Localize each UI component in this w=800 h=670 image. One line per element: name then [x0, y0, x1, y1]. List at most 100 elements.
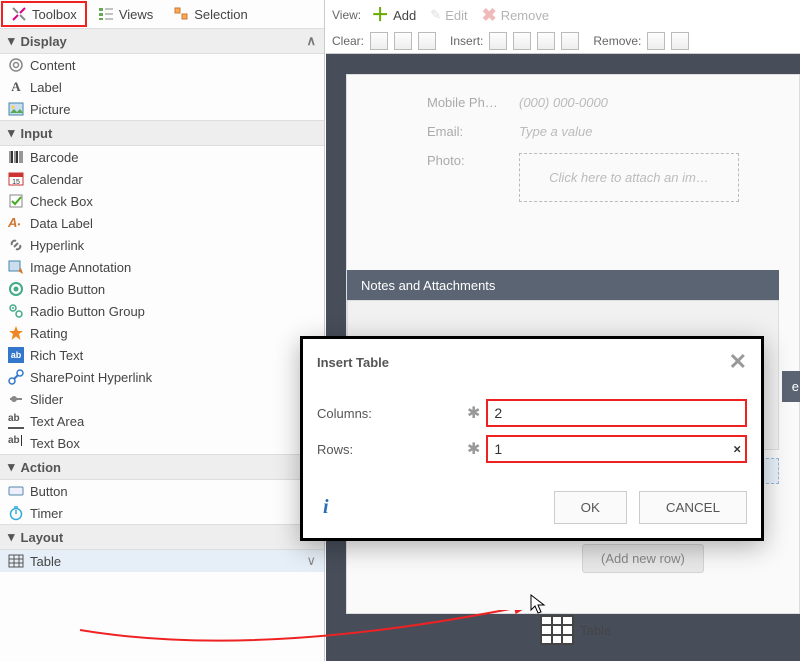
tab-views-label: Views: [119, 7, 153, 22]
item-barcode[interactable]: Barcode: [0, 146, 324, 168]
item-slider[interactable]: Slider: [0, 388, 324, 410]
rows-input[interactable]: [486, 435, 747, 463]
item-content[interactable]: Content: [0, 54, 324, 76]
item-datalabel-label: Data Label: [30, 216, 93, 231]
insert-icon-3[interactable]: [537, 32, 555, 50]
rows-label: Rows:: [317, 442, 467, 457]
item-imageannotation[interactable]: Image Annotation: [0, 256, 324, 278]
item-radiobutton[interactable]: Radio Button: [0, 278, 324, 300]
clear-icon-1[interactable]: [370, 32, 388, 50]
item-hyperlink-label: Hyperlink: [30, 238, 84, 253]
clear-icon-2[interactable]: [394, 32, 412, 50]
section-layout[interactable]: ▾ Layout: [0, 524, 324, 550]
toolbox-panel: Toolbox Views Selection ▾ Display ∧ Cont…: [0, 0, 325, 661]
notes-section-header: Notes and Attachments: [347, 270, 779, 301]
ok-button[interactable]: OK: [554, 491, 627, 524]
section-input-label: Input: [21, 126, 53, 141]
item-hyperlink[interactable]: Hyperlink: [0, 234, 324, 256]
cancel-button[interactable]: CANCEL: [639, 491, 747, 524]
item-textarea-label: Text Area: [30, 414, 84, 429]
view-label: View:: [332, 8, 361, 22]
designer-area: View: ＋Add ✎Edit ✖Remove Clear: Insert: …: [326, 0, 800, 661]
textbox-icon: ab: [8, 435, 24, 451]
item-radiobuttongroup[interactable]: Radio Button Group: [0, 300, 324, 322]
richtext-icon: ab: [8, 347, 24, 363]
link-icon: [8, 237, 24, 253]
info-icon[interactable]: i: [323, 496, 329, 519]
item-timer[interactable]: Timer: [0, 502, 324, 524]
clear-label: Clear:: [332, 34, 364, 48]
panel-tabs: Toolbox Views Selection: [0, 0, 324, 28]
chevron-up-icon: ∧: [306, 33, 316, 49]
drag-ghost-table: Table: [540, 615, 611, 645]
x-icon: ✖: [482, 5, 497, 26]
email-placeholder[interactable]: Type a value: [519, 124, 592, 139]
remove2-label: Remove:: [593, 34, 641, 48]
item-barcode-label: Barcode: [30, 150, 78, 165]
button-icon: [8, 483, 24, 499]
item-richtext-label: Rich Text: [30, 348, 83, 363]
remove-view-button[interactable]: ✖Remove: [478, 3, 554, 28]
section-action-label: Action: [21, 460, 61, 475]
tab-views[interactable]: Views: [89, 1, 162, 27]
svg-text:15: 15: [12, 179, 20, 186]
radio-group-icon: [8, 303, 24, 319]
item-picture[interactable]: Picture: [0, 98, 324, 120]
item-content-label: Content: [30, 58, 76, 73]
image-annotation-icon: [8, 259, 24, 275]
edit-view-button[interactable]: ✎Edit: [426, 5, 471, 25]
section-layout-label: Layout: [21, 530, 64, 545]
insert-icon-2[interactable]: [513, 32, 531, 50]
item-datalabel[interactable]: A• Data Label: [0, 212, 324, 234]
remove-icon-2[interactable]: [671, 32, 689, 50]
item-radiobuttongroup-label: Radio Button Group: [30, 304, 145, 319]
clear-icon-3[interactable]: [418, 32, 436, 50]
add-new-row-button[interactable]: (Add new row): [582, 544, 704, 573]
item-timer-label: Timer: [30, 506, 63, 521]
at-icon: [8, 57, 24, 73]
clear-input-icon[interactable]: ×: [733, 442, 741, 457]
chevron-down-icon: ∨: [306, 553, 316, 569]
item-table[interactable]: Table ∨: [0, 550, 324, 572]
tab-selection-label: Selection: [194, 7, 247, 22]
slider-icon: [8, 391, 24, 407]
chevron-down-icon: ▾: [8, 125, 15, 141]
item-button[interactable]: Button: [0, 480, 324, 502]
item-richtext[interactable]: ab Rich Text: [0, 344, 324, 366]
item-label[interactable]: A Label: [0, 76, 324, 98]
tab-toolbox[interactable]: Toolbox: [1, 1, 87, 27]
remove-icon-1[interactable]: [647, 32, 665, 50]
item-checkbox[interactable]: Check Box: [0, 190, 324, 212]
item-picture-label: Picture: [30, 102, 70, 117]
item-sharepointhyperlink[interactable]: SharePoint Hyperlink: [0, 366, 324, 388]
dialog-title: Insert Table: [317, 355, 389, 370]
section-display-label: Display: [21, 34, 67, 49]
item-rating[interactable]: Rating: [0, 322, 324, 344]
plus-icon: ＋: [371, 8, 389, 22]
tab-selection[interactable]: Selection: [164, 1, 256, 27]
item-radiobutton-label: Radio Button: [30, 282, 105, 297]
required-star-icon: ✱: [467, 439, 480, 459]
insert-icon-1[interactable]: [489, 32, 507, 50]
item-rating-label: Rating: [30, 326, 68, 341]
designer-toolbar: View: ＋Add ✎Edit ✖Remove Clear: Insert: …: [326, 0, 800, 54]
item-slider-label: Slider: [30, 392, 63, 407]
chevron-down-icon: ▾: [8, 529, 15, 545]
section-input[interactable]: ▾ Input: [0, 120, 324, 146]
insert-icon-4[interactable]: [561, 32, 579, 50]
dialog-close-icon[interactable]: ✕: [729, 349, 747, 375]
sharepoint-link-icon: [8, 369, 24, 385]
item-calendar[interactable]: 15 Calendar: [0, 168, 324, 190]
photo-dropzone[interactable]: Click here to attach an im…: [519, 153, 739, 202]
section-e-frag: e: [782, 371, 800, 402]
item-textarea[interactable]: ab Text Area: [0, 410, 324, 432]
required-star-icon: ✱: [467, 403, 480, 423]
section-display[interactable]: ▾ Display ∧: [0, 28, 324, 54]
columns-input[interactable]: [486, 399, 747, 427]
mobile-placeholder[interactable]: (000) 000-0000: [519, 95, 608, 110]
drag-ghost-label: Table: [580, 623, 611, 638]
item-textbox[interactable]: ab Text Box: [0, 432, 324, 454]
add-view-button[interactable]: ＋Add: [367, 6, 420, 25]
email-label: Email:: [427, 124, 507, 139]
section-action[interactable]: ▾ Action: [0, 454, 324, 480]
